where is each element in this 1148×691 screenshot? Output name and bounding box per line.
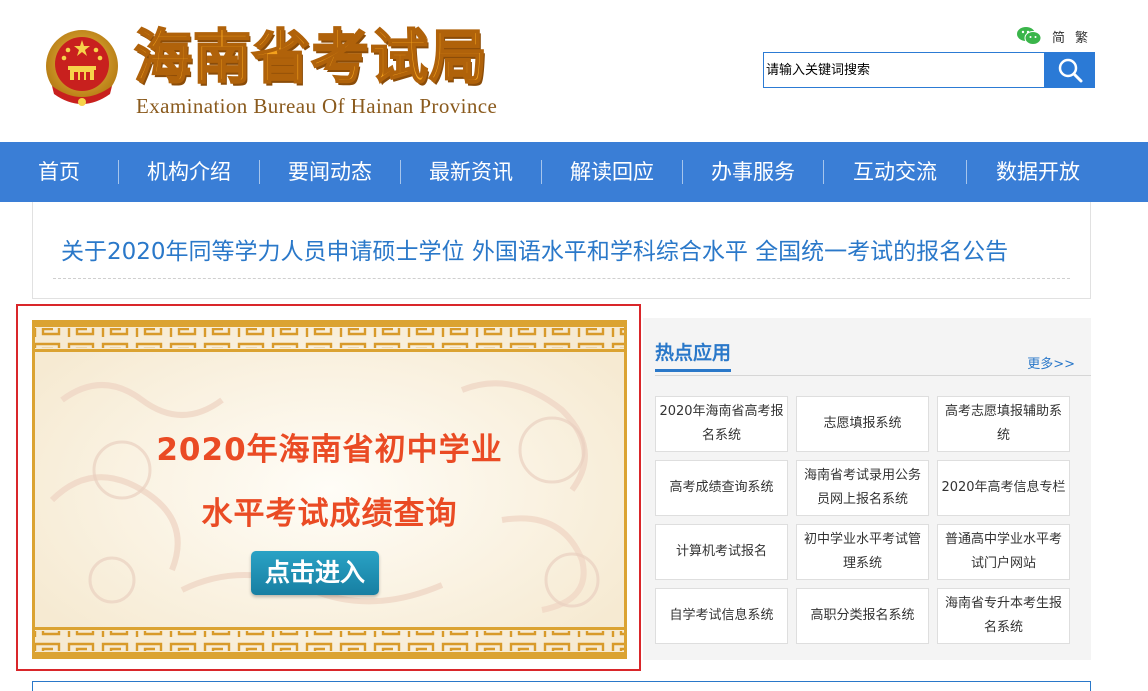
site-logo-subtitle: Examination Bureau Of Hainan Province bbox=[136, 94, 498, 118]
hot-app-item[interactable]: 2020年海南省高考报名系统 bbox=[655, 396, 788, 452]
hot-app-item[interactable]: 高职分类报名系统 bbox=[796, 588, 929, 644]
main-nav: 首页 机构介绍 要闻动态 最新资讯 解读回应 办事服务 互动交流 数据开放 bbox=[0, 142, 1148, 202]
promo-banner-frame: 2020年海南省初中学业 水平考试成绩查询 点击进入 bbox=[16, 304, 641, 671]
nav-item-home[interactable]: 首页 bbox=[0, 142, 118, 202]
nav-item-services[interactable]: 办事服务 bbox=[683, 142, 823, 202]
hot-app-item[interactable]: 海南省考试录用公务员网上报名系统 bbox=[796, 460, 929, 516]
search-input[interactable] bbox=[763, 52, 1044, 88]
hot-apps-more-link[interactable]: 更多>> bbox=[1027, 353, 1075, 372]
hot-app-item[interactable]: 高考志愿填报辅助系统 bbox=[937, 396, 1070, 452]
national-emblem-icon bbox=[46, 30, 118, 106]
headline-notice-box: 关于2020年同等学力人员申请硕士学位 外国语水平和学科综合水平 全国统一考试的… bbox=[32, 202, 1091, 299]
promo-title-line2: 水平考试成绩查询 bbox=[201, 496, 458, 532]
hot-app-item[interactable]: 志愿填报系统 bbox=[796, 396, 929, 452]
divider bbox=[655, 375, 1091, 376]
hot-app-item[interactable]: 普通高中学业水平考试门户网站 bbox=[937, 524, 1070, 580]
nav-item-interpretation[interactable]: 解读回应 bbox=[542, 142, 682, 202]
hot-apps-title: 热点应用 bbox=[655, 338, 732, 372]
hot-app-item[interactable]: 海南省专升本考生报名系统 bbox=[937, 588, 1070, 644]
promo-title-line1: 2020年海南省初中学业 bbox=[156, 432, 503, 468]
nav-item-latest[interactable]: 最新资讯 bbox=[401, 142, 541, 202]
hot-app-item[interactable]: 2020年高考信息专栏 bbox=[937, 460, 1070, 516]
hot-app-item[interactable]: 初中学业水平考试管理系统 bbox=[796, 524, 929, 580]
hot-app-item[interactable]: 自学考试信息系统 bbox=[655, 588, 788, 644]
lang-simplified-link[interactable]: 简 bbox=[1052, 27, 1065, 46]
next-section-box bbox=[32, 681, 1091, 691]
site-header: 海南省考试局 Examination Bureau Of Hainan Prov… bbox=[0, 0, 1148, 142]
nav-item-open-data[interactable]: 数据开放 bbox=[967, 142, 1109, 202]
wechat-icon[interactable] bbox=[1016, 26, 1042, 46]
headline-notice-link[interactable]: 关于2020年同等学力人员申请硕士学位 外国语水平和学科综合水平 全国统一考试的… bbox=[61, 232, 1008, 266]
search-bar bbox=[763, 52, 1095, 88]
promo-banner[interactable]: 2020年海南省初中学业 水平考试成绩查询 点击进入 bbox=[32, 320, 627, 659]
nav-item-news[interactable]: 要闻动态 bbox=[260, 142, 400, 202]
search-icon bbox=[1058, 58, 1082, 83]
nav-item-interaction[interactable]: 互动交流 bbox=[824, 142, 966, 202]
search-button[interactable] bbox=[1044, 52, 1095, 88]
top-tools: 简 繁 bbox=[1016, 26, 1088, 46]
nav-item-about[interactable]: 机构介绍 bbox=[119, 142, 259, 202]
site-logo-title: 海南省考试局 bbox=[133, 22, 489, 92]
divider bbox=[53, 278, 1070, 279]
hot-apps-panel: 热点应用 更多>> 2020年海南省高考报名系统 志愿填报系统 高考志愿填报辅助… bbox=[643, 318, 1091, 660]
hot-app-item[interactable]: 计算机考试报名 bbox=[655, 524, 788, 580]
promo-enter-button[interactable]: 点击进入 bbox=[251, 551, 379, 595]
hot-app-item[interactable]: 高考成绩查询系统 bbox=[655, 460, 788, 516]
lang-traditional-link[interactable]: 繁 bbox=[1075, 27, 1088, 46]
